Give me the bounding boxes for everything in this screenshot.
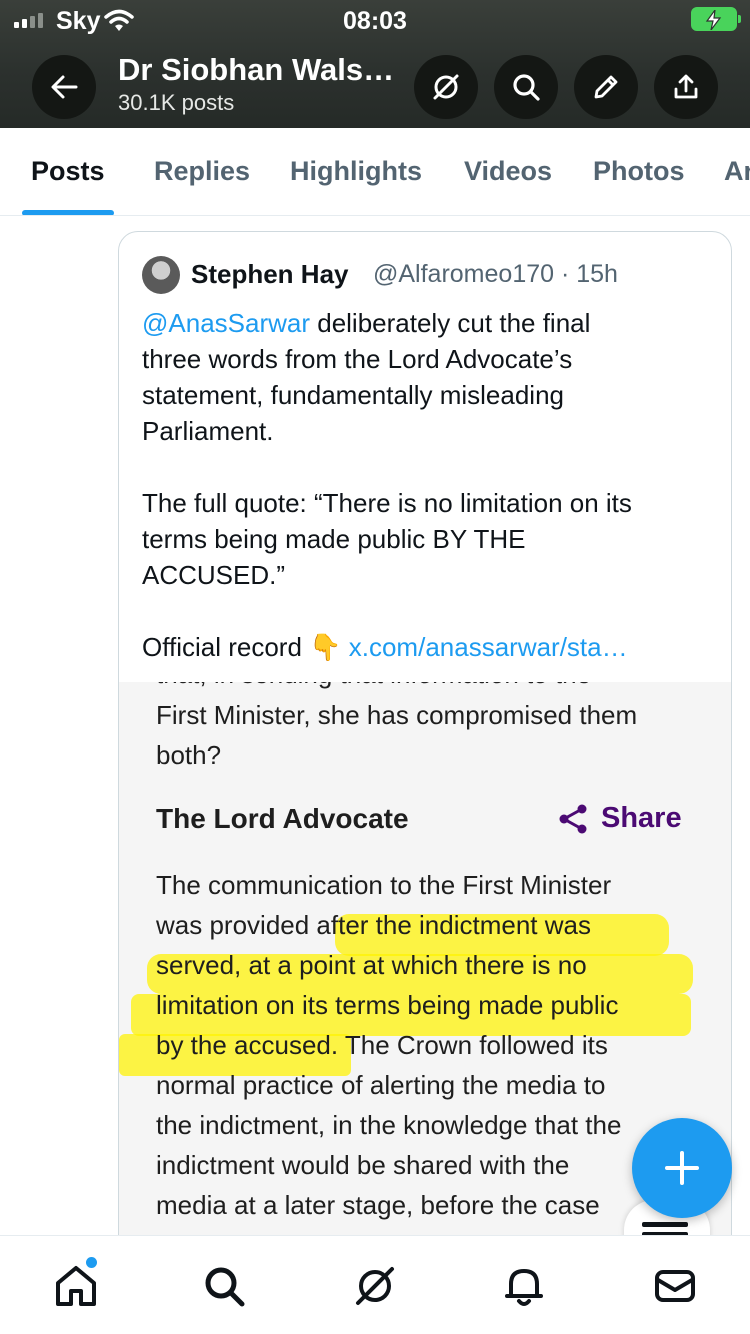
- home-notification-dot: [86, 1257, 97, 1268]
- profile-tabs: Posts Replies Highlights Videos Photos A…: [0, 128, 750, 216]
- post-text: @AnasSarwar deliberately cut the final t…: [142, 305, 717, 665]
- image-share-label: Share: [557, 802, 682, 835]
- image-text-line: First Minister, she has compromised them: [156, 700, 638, 730]
- post-line: statement, fundamentally misleading: [142, 380, 565, 410]
- image-text-line: that, in sending that information to the: [156, 682, 591, 690]
- nav-search[interactable]: [198, 1260, 250, 1312]
- post-line-text: Official record: [142, 632, 310, 662]
- back-arrow-icon: [51, 75, 78, 99]
- back-button[interactable]: [32, 55, 96, 119]
- image-text-line: limitation on its terms being made publi…: [156, 990, 619, 1020]
- home-icon: [56, 1266, 96, 1306]
- post-line: Parliament.: [142, 416, 274, 446]
- grok-icon: [356, 1267, 394, 1305]
- image-text-line: was provided after the indictment was: [156, 910, 591, 940]
- mention-link[interactable]: @AnasSarwar: [142, 308, 310, 338]
- post-line: ACCUSED.”: [142, 560, 286, 590]
- image-speaker-heading: The Lord Advocate: [156, 803, 409, 834]
- profile-header: Sky 08:03 Dr Siobhan Wals… 30.1K posts: [0, 0, 750, 128]
- profile-screen: Sky 08:03 Dr Siobhan Wals… 30.1K posts P…: [0, 0, 750, 1334]
- edit-pencil-icon: [594, 75, 618, 99]
- image-text-line: served, at a point at which there is no: [156, 950, 587, 980]
- nav-notifications[interactable]: [498, 1260, 550, 1312]
- image-text-line: the indictment, in the knowledge that th…: [156, 1110, 622, 1140]
- active-tab-indicator: [22, 210, 114, 215]
- search-icon: [205, 1267, 245, 1307]
- author-name[interactable]: Stephen Hay: [191, 259, 349, 290]
- author-handle-time: @Alfaromeo170 · 15h: [373, 260, 618, 288]
- bottom-navigation: [0, 1235, 750, 1334]
- grok-icon: [433, 74, 459, 100]
- image-text-line: media at a later stage, before the case: [156, 1190, 600, 1220]
- status-bar: Sky 08:03: [0, 0, 750, 44]
- pointing-down-emoji: 👇: [309, 632, 342, 662]
- compose-plus-icon: [665, 1151, 699, 1185]
- messages-envelope-icon: [655, 1270, 695, 1302]
- nav-messages[interactable]: [649, 1260, 701, 1312]
- post-line: @AnasSarwar deliberately cut the final: [142, 305, 717, 341]
- share-upload-icon: [674, 74, 698, 99]
- compose-button[interactable]: [632, 1118, 732, 1218]
- image-text-line: both?: [156, 740, 222, 770]
- image-text-line: indictment would be shared with the: [156, 1150, 570, 1180]
- share-profile-button[interactable]: [654, 55, 718, 119]
- nav-home[interactable]: [50, 1260, 102, 1312]
- share-nodes-icon: [559, 804, 587, 833]
- tab-posts[interactable]: Posts: [31, 156, 105, 187]
- tab-replies[interactable]: Replies: [154, 156, 250, 187]
- tab-photos[interactable]: Photos: [593, 156, 685, 187]
- post-line-text: deliberately cut the final: [310, 308, 591, 338]
- search-icon: [513, 74, 540, 101]
- edit-button[interactable]: [574, 55, 638, 119]
- profile-name: Dr Siobhan Wals…: [118, 52, 395, 87]
- tab-highlights[interactable]: Highlights: [290, 156, 422, 187]
- avatar[interactable]: [142, 256, 180, 294]
- notifications-bell-icon: [505, 1269, 543, 1306]
- image-text-line: The communication to the First Minister: [156, 870, 612, 900]
- post-line: terms being made public BY THE: [142, 524, 526, 554]
- clock: 08:03: [343, 7, 407, 35]
- post-count: 30.1K posts: [118, 90, 235, 115]
- battery-charging-icon: [691, 7, 741, 31]
- post-line: Official record 👇 x.com/anassarwar/sta…: [142, 629, 717, 665]
- search-button[interactable]: [494, 55, 558, 119]
- share-label: Share: [601, 802, 682, 834]
- image-text-line: by the accused. The Crown followed its: [156, 1030, 608, 1060]
- image-text-line: normal practice of alerting the media to: [156, 1070, 606, 1100]
- post-line: The full quote: “There is no limitation …: [142, 488, 632, 518]
- nav-grok[interactable]: [349, 1260, 401, 1312]
- tab-articles[interactable]: Ar: [724, 156, 750, 187]
- tab-videos[interactable]: Videos: [464, 156, 552, 187]
- post-line: three words from the Lord Advocate’s: [142, 344, 573, 374]
- official-record-link[interactable]: x.com/anassarwar/sta…: [349, 632, 628, 662]
- grok-button[interactable]: [414, 55, 478, 119]
